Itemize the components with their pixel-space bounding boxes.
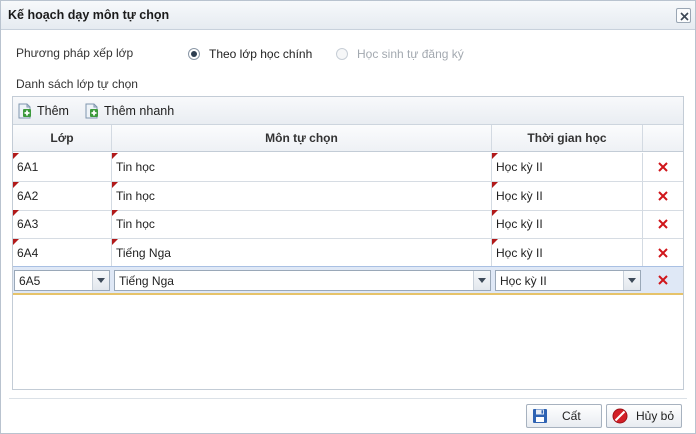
cell-class[interactable]: 6A2 <box>13 182 112 210</box>
radio-self-register[interactable]: Học sinh tự đăng ký <box>336 45 464 63</box>
elective-class-grid: Thêm Thêm nhanh Lớp Môn tự chọn Thời gia… <box>12 96 684 390</box>
dialog-title: Kế hoạch dạy môn tự chọn <box>8 8 170 22</box>
delete-icon <box>658 162 668 172</box>
class-select-toggle[interactable] <box>92 271 109 290</box>
footer-divider <box>9 398 687 399</box>
delete-icon <box>658 248 668 258</box>
save-button-label: Cất <box>562 409 581 423</box>
column-header-subject[interactable]: Môn tự chọn <box>112 125 492 151</box>
column-header-term[interactable]: Thời gian học <box>492 125 643 151</box>
delete-row-button[interactable] <box>643 182 683 210</box>
cell-subject[interactable]: Tiếng Nga <box>112 239 492 267</box>
subject-select-value: Tiếng Nga <box>119 273 174 288</box>
cell-subject[interactable]: Tin học <box>112 210 492 238</box>
elective-class-list-label: Danh sách lớp tự chọn <box>16 77 138 91</box>
cell-subject[interactable]: Tin học <box>112 153 492 181</box>
cancel-icon <box>612 408 628 424</box>
radio-unchecked-icon <box>336 48 348 60</box>
add-button[interactable]: Thêm <box>17 102 69 120</box>
subject-select[interactable]: Tiếng Nga <box>114 270 491 291</box>
cancel-button[interactable]: Hủy bỏ <box>606 404 682 428</box>
cell-subject[interactable]: Tin học <box>112 182 492 210</box>
cell-term[interactable]: Học kỳ II <box>492 153 643 181</box>
grid-toolbar: Thêm Thêm nhanh <box>13 97 683 125</box>
close-icon <box>680 12 689 21</box>
cell-class[interactable]: 6A3 <box>13 210 112 238</box>
radio-main-class[interactable]: Theo lớp học chính <box>188 45 312 63</box>
column-header-class[interactable]: Lớp <box>13 125 112 151</box>
chevron-down-icon <box>628 278 636 283</box>
delete-row-button[interactable] <box>643 239 683 267</box>
term-select-value: Học kỳ II <box>500 273 547 288</box>
class-select-value: 6A5 <box>19 273 41 288</box>
cell-term[interactable]: Học kỳ II <box>492 210 643 238</box>
save-button[interactable]: Cất <box>526 404 602 428</box>
delete-row-button[interactable] <box>643 153 683 181</box>
cell-term[interactable]: Học kỳ II <box>492 182 643 210</box>
dialog-titlebar[interactable]: Kế hoạch dạy môn tự chọn <box>1 1 695 30</box>
table-row[interactable]: 6A4 Tiếng Nga Học kỳ II <box>13 239 683 268</box>
add-button-label: Thêm <box>37 104 69 118</box>
subject-select-toggle[interactable] <box>473 271 490 290</box>
quick-add-button-label: Thêm nhanh <box>104 104 175 118</box>
delete-row-button[interactable] <box>643 210 683 238</box>
table-row[interactable]: 6A3 Tin học Học kỳ II <box>13 210 683 239</box>
floppy-disk-icon <box>533 409 547 423</box>
delete-row-button[interactable] <box>643 267 683 293</box>
chevron-down-icon <box>97 278 105 283</box>
cancel-button-label: Hủy bỏ <box>636 409 675 423</box>
class-select[interactable]: 6A5 <box>14 270 110 291</box>
table-row[interactable]: 6A2 Tin học Học kỳ II <box>13 182 683 211</box>
grid-header: Lớp Môn tự chọn Thời gian học <box>13 125 683 152</box>
arrangement-method: Phương pháp xếp lớp Theo lớp học chính H… <box>16 45 686 63</box>
close-button[interactable] <box>676 8 691 23</box>
radio-checked-icon <box>188 48 200 60</box>
add-document-icon <box>18 103 31 119</box>
quick-add-button[interactable]: Thêm nhanh <box>84 102 174 120</box>
radio-main-class-label: Theo lớp học chính <box>209 47 313 61</box>
column-header-actions <box>643 125 683 151</box>
radio-self-register-label: Học sinh tự đăng ký <box>357 47 464 61</box>
table-row-editing[interactable]: 6A5 Tiếng Nga Học kỳ II <box>13 266 683 295</box>
chevron-down-icon <box>478 278 486 283</box>
delete-icon <box>658 275 668 285</box>
delete-icon <box>658 191 668 201</box>
add-document-icon <box>85 103 98 119</box>
cell-term[interactable]: Học kỳ II <box>492 239 643 267</box>
term-select-toggle[interactable] <box>623 271 640 290</box>
cell-class[interactable]: 6A1 <box>13 153 112 181</box>
arrangement-method-label: Phương pháp xếp lớp <box>16 46 134 60</box>
delete-icon <box>658 219 668 229</box>
dialog: Kế hoạch dạy môn tự chọn Phương pháp xếp… <box>0 0 696 434</box>
table-row[interactable]: 6A1 Tin học Học kỳ II <box>13 153 683 182</box>
term-select[interactable]: Học kỳ II <box>495 270 641 291</box>
cell-class[interactable]: 6A4 <box>13 239 112 267</box>
